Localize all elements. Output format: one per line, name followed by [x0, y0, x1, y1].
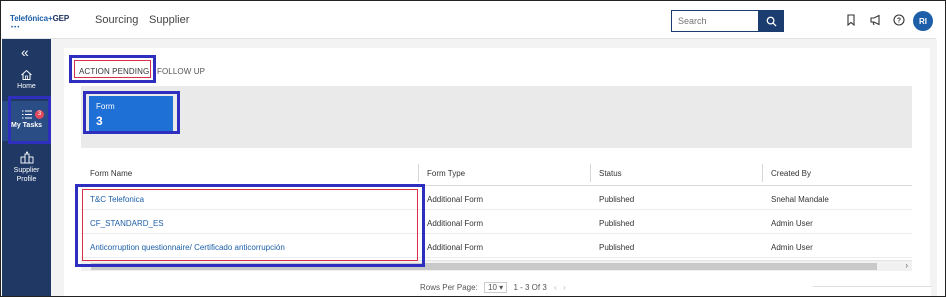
help-icon[interactable]: ?: [892, 13, 906, 27]
status-cell: Published: [599, 243, 635, 252]
logo-partner: GEP: [52, 14, 70, 23]
annotation-box-tab-inner: [74, 60, 151, 78]
column-divider[interactable]: [418, 164, 419, 182]
home-icon: [21, 69, 32, 80]
column-header-form-name[interactable]: Form Name: [90, 169, 132, 178]
footer-overlay: [813, 286, 931, 296]
status-cell: Published: [599, 219, 635, 228]
next-page-icon[interactable]: ›: [563, 283, 566, 292]
pagination: Rows Per Page: 10 ▾ 1 - 3 Of 3 ‹ ›: [420, 282, 566, 293]
status-cell: Published: [599, 195, 635, 204]
annotation-box-stat: [83, 91, 180, 134]
form-type-cell: Additional Form: [427, 195, 484, 204]
column-header-form-type[interactable]: Form Type: [427, 169, 465, 178]
rows-per-page-value: 10: [488, 283, 497, 292]
sidebar-item-label: Supplier Profile: [13, 167, 40, 183]
page-range: 1 - 3 Of 3: [513, 283, 547, 292]
svg-text:?: ?: [897, 18, 901, 25]
nav-sourcing[interactable]: Sourcing: [95, 14, 138, 26]
tab-follow-up[interactable]: FOLLOW UP: [157, 67, 205, 76]
rows-per-page-label: Rows Per Page:: [420, 283, 478, 292]
created-by-cell: Admin User: [771, 243, 813, 252]
chevron-right-icon[interactable]: ›: [905, 261, 908, 270]
column-divider[interactable]: [590, 164, 591, 182]
collapse-sidebar-icon[interactable]: «: [21, 45, 29, 59]
announcement-icon[interactable]: [868, 13, 882, 27]
top-header: Telefónica+GEP ••• Sourcing Supplier ? R…: [2, 2, 936, 39]
annotation-box-form-names-inner: [82, 189, 418, 261]
form-type-cell: Additional Form: [427, 243, 484, 252]
rows-per-page-select[interactable]: 10 ▾: [484, 282, 508, 293]
column-header-created-by[interactable]: Created By: [771, 169, 811, 178]
avatar[interactable]: RI: [913, 11, 933, 31]
sidebar-item-home[interactable]: Home: [2, 69, 51, 90]
logo-dots: •••: [11, 25, 21, 31]
created-by-cell: Snehal Mandale: [771, 195, 829, 204]
search-input[interactable]: [671, 10, 759, 32]
left-sidebar: « Home My Tasks 3 Supplier Profile: [2, 39, 51, 296]
form-type-cell: Additional Form: [427, 219, 484, 228]
logo[interactable]: Telefónica+GEP: [10, 14, 69, 23]
annotation-box-my-tasks: [8, 96, 51, 144]
column-divider[interactable]: [762, 164, 763, 182]
nav-supplier[interactable]: Supplier: [149, 14, 189, 26]
search-icon: [766, 16, 777, 27]
table-header: Form Name Form Type Status Created By: [81, 160, 912, 186]
logo-brand: Telefónica: [10, 14, 48, 23]
sidebar-item-supplier-profile[interactable]: Supplier Profile: [2, 151, 51, 184]
supplier-profile-icon: [20, 151, 33, 164]
app-window: Telefónica+GEP ••• Sourcing Supplier ? R…: [0, 0, 946, 297]
column-header-status[interactable]: Status: [599, 169, 622, 178]
search-button[interactable]: [758, 10, 784, 32]
bookmark-icon[interactable]: [844, 13, 858, 27]
sidebar-item-label: Home: [17, 83, 36, 90]
created-by-cell: Admin User: [771, 219, 813, 228]
stats-panel: [81, 86, 912, 148]
prev-page-icon[interactable]: ‹: [554, 283, 557, 292]
